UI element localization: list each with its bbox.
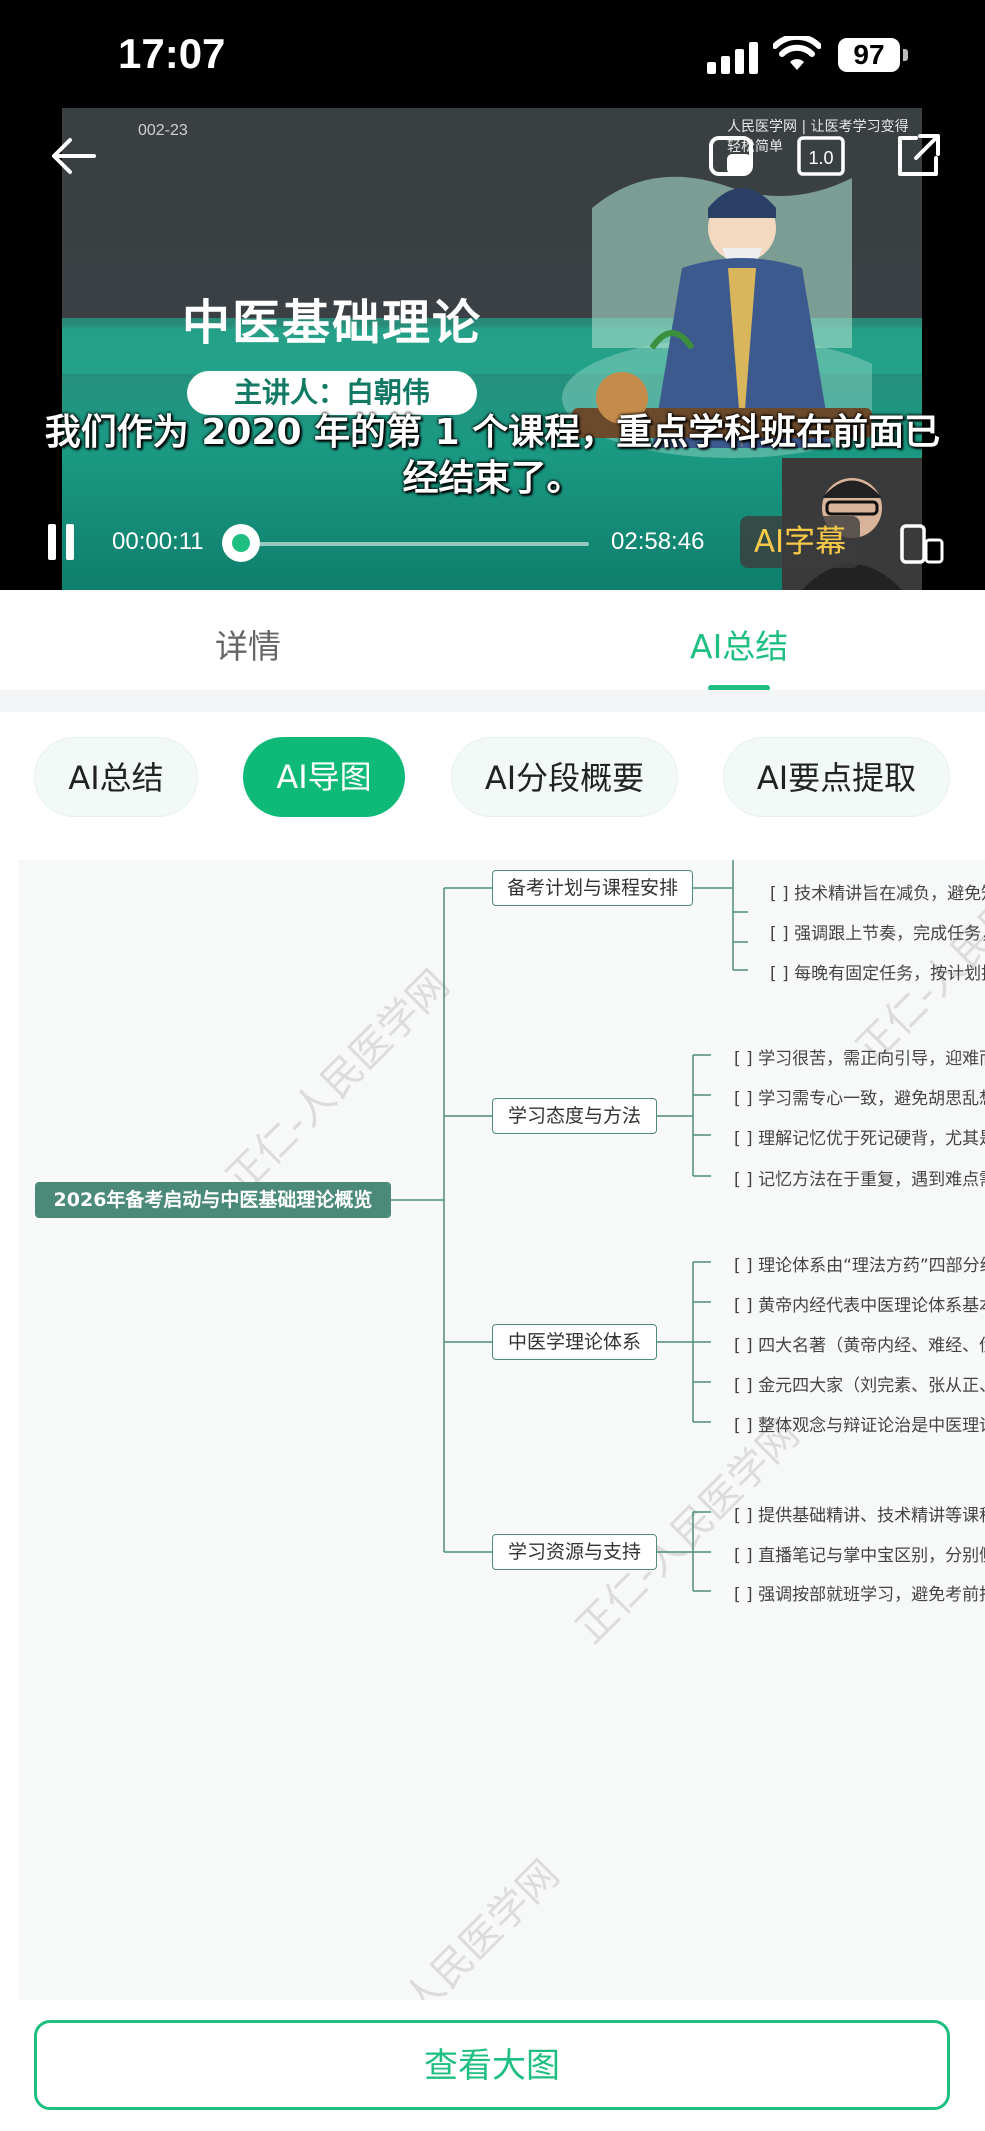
mindmap-leaf: [ ] 理论体系由“理法方药”四部分组 xyxy=(734,1256,985,1276)
mindmap-leaf: [ ] 每晚有固定任务，按计划推 xyxy=(770,964,985,984)
share-icon[interactable] xyxy=(890,128,946,184)
mindmap-leaf: [ ] 记忆方法在于重复，遇到难点需 xyxy=(734,1170,985,1190)
mindmap-root-node[interactable]: 2026年备考启动与中医基础理论概览 xyxy=(35,1182,391,1218)
fullscreen-rotate-icon[interactable] xyxy=(898,522,946,566)
course-title: 中医基础理论 xyxy=(182,295,483,351)
mindmap-leaf: [ ] 提供基础精讲、技术精讲等课程 xyxy=(734,1506,985,1526)
total-time: 02:58:46 xyxy=(611,528,705,555)
mindmap-leaf: [ ] 强调按部就班学习，避免考前抱 xyxy=(734,1585,985,1605)
progress-bar[interactable] xyxy=(243,542,589,546)
section-divider xyxy=(0,690,985,712)
content-tabs: 详情 AI总结 xyxy=(0,590,985,691)
status-time: 17:07 xyxy=(118,30,226,77)
mindmap-leaf: [ ] 技术精讲旨在减负，避免知 xyxy=(770,884,985,904)
mindmap-leaf: [ ] 强调跟上节奏，完成任务， xyxy=(770,924,985,944)
battery-icon: 97 xyxy=(838,38,900,72)
playback-controls: 00:00:11 02:58:46 AI字幕 xyxy=(0,510,985,570)
wifi-icon xyxy=(773,36,821,70)
mindmap-leaf: [ ] 学习很苦，需正向引导，迎难而上 xyxy=(734,1049,985,1069)
lecturer-label: 主讲人：白朝伟 xyxy=(187,371,477,415)
bottom-bar: 查看大图 xyxy=(0,2000,985,2131)
chip-ai-key-points[interactable]: AI要点提取 xyxy=(723,737,950,817)
mindmap-leaf: [ ] 四大名著（黄帝内经、难经、伤 xyxy=(734,1336,985,1356)
current-time: 00:00:11 xyxy=(112,528,204,555)
back-arrow-icon[interactable] xyxy=(46,128,102,184)
status-bar: 17:07 97 xyxy=(0,0,985,108)
cellular-signal-icon xyxy=(707,40,761,74)
mindmap-leaf: [ ] 直播笔记与掌中宝区别，分别侧 xyxy=(734,1546,985,1566)
picture-in-picture-icon[interactable] xyxy=(703,128,759,184)
view-large-image-button[interactable]: 查看大图 xyxy=(34,2020,950,2110)
ai-subtitle-button[interactable]: AI字幕 xyxy=(740,516,860,568)
progress-knob[interactable] xyxy=(222,524,260,562)
mindmap-leaf: [ ] 整体观念与辩证论治是中医理论 xyxy=(734,1416,985,1436)
chip-ai-mindmap[interactable]: AI导图 xyxy=(243,737,405,817)
video-player[interactable]: 002-23 人民医学网 | 让医考学习变得轻松简单 中医基础理论 主讲人：白朝… xyxy=(0,108,985,590)
pause-icon[interactable] xyxy=(48,524,78,560)
video-subtitle: 我们作为 2020 年的第 1 个课程，重点学科班在前面已经结束了。 xyxy=(44,412,941,499)
ai-mode-chips: AI总结 AI导图 AI分段概要 AI要点提取 xyxy=(0,712,985,844)
speed-value: 1.0 xyxy=(808,148,833,168)
mindmap-branch-node[interactable]: 学习资源与支持 xyxy=(492,1534,657,1570)
video-counter: 002-23 xyxy=(138,122,188,139)
mindmap-canvas[interactable]: 正仁-人民医学网 正仁-人民医学网 正仁-人民医学网 正仁-人民医学网 2026… xyxy=(18,860,985,2000)
battery-tip xyxy=(903,49,908,61)
chip-ai-segment-overview[interactable]: AI分段概要 xyxy=(451,737,678,817)
mindmap-branch-node[interactable]: 学习态度与方法 xyxy=(492,1098,657,1134)
mindmap-leaf: [ ] 理解记忆优于死记硬背，尤其是 xyxy=(734,1129,985,1149)
mindmap-branch-node[interactable]: 备考计划与课程安排 xyxy=(492,870,693,906)
mindmap-branch-node[interactable]: 中医学理论体系 xyxy=(492,1324,657,1360)
tab-ai-summary[interactable]: AI总结 xyxy=(690,620,788,668)
chip-ai-summary[interactable]: AI总结 xyxy=(34,737,198,817)
tab-detail[interactable]: 详情 xyxy=(215,620,281,668)
playback-speed-icon[interactable]: 1.0 xyxy=(793,128,849,184)
mindmap-leaf: [ ] 金元四大家（刘完素、张从正、 xyxy=(734,1376,985,1396)
mindmap-leaf: [ ] 黄帝内经代表中医理论体系基本 xyxy=(734,1296,985,1316)
mindmap-leaf: [ ] 学习需专心一致，避免胡思乱想 xyxy=(734,1089,985,1109)
